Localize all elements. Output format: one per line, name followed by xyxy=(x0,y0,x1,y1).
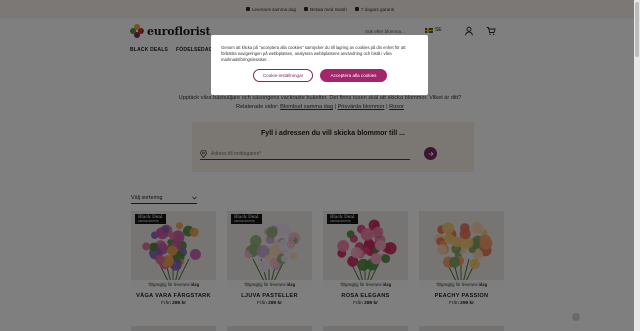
cookie-settings-button[interactable]: Cookie-inställningar xyxy=(253,69,313,82)
cookie-consent-dialog: Genom att klicka på "acceptera alla cook… xyxy=(211,35,428,95)
cookie-text: Genom att klicka på "acceptera alla cook… xyxy=(221,45,406,62)
accept-all-cookies-button[interactable]: Acceptera alla cookies xyxy=(320,69,387,82)
scrollbar-thumb[interactable] xyxy=(635,2,639,57)
